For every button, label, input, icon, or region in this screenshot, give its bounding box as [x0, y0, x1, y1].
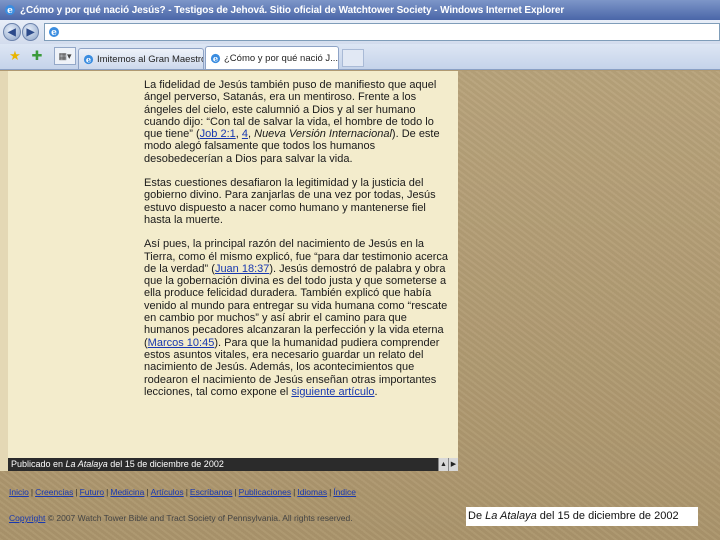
- footer-link-inicio[interactable]: Inicio: [9, 487, 29, 497]
- pub-prefix: Publicado en: [11, 459, 66, 469]
- publication-bar: Publicado en La Atalaya del 15 de diciem…: [8, 458, 458, 471]
- copyright-text: © 2007 Watch Tower Bible and Tract Socie…: [45, 513, 353, 523]
- copyright-link[interactable]: Copyright: [9, 513, 45, 523]
- paragraph-2: Estas cuestiones desafiaron la legitimid…: [144, 177, 436, 226]
- copyright-line: Copyright © 2007 Watch Tower Bible and T…: [9, 513, 353, 523]
- browser-content: La fidelidad de Jesús también puso de ma…: [0, 71, 720, 540]
- window-title-bar: e ¿Cómo y por qué nació Jesús? - Testigo…: [0, 0, 720, 20]
- link-job-2-1[interactable]: Job 2:1: [200, 128, 236, 140]
- svg-text:e: e: [7, 6, 13, 16]
- window-title: ¿Cómo y por qué nació Jesús? - Testigos …: [20, 4, 565, 16]
- svg-text:e: e: [86, 54, 91, 64]
- navigation-bar: ◀ ▶ e: [0, 20, 720, 44]
- tab-imitemos[interactable]: e Imitemos al Gran Maestro - T...: [78, 48, 204, 69]
- footer-separator: |: [75, 487, 78, 497]
- scroll-controls: ▲ ▶: [438, 458, 458, 471]
- address-bar[interactable]: e: [44, 23, 720, 41]
- forward-button[interactable]: ▶: [21, 23, 40, 41]
- footer-link-escríbanos[interactable]: Escríbanos: [190, 487, 233, 497]
- footer-separator: |: [146, 487, 149, 497]
- version-name: Nueva Versión Internacional: [254, 128, 392, 141]
- footer-separator: |: [234, 487, 237, 497]
- left-page-strip: [0, 71, 8, 471]
- svg-text:e: e: [213, 53, 218, 63]
- back-arrow-icon: ◀: [7, 26, 16, 38]
- link-juan-18-37[interactable]: Juan 18:37: [215, 263, 269, 275]
- scroll-up-icon[interactable]: ▲: [438, 458, 448, 471]
- paragraph-1: La fidelidad de Jesús también puso de ma…: [144, 79, 454, 165]
- footer-link-publicaciones[interactable]: Publicaciones: [239, 487, 291, 497]
- text-run: .: [374, 385, 378, 398]
- svg-text:e: e: [51, 28, 57, 38]
- scroll-right-icon[interactable]: ▶: [448, 458, 458, 471]
- footer-separator: |: [30, 487, 34, 497]
- caption-prefix: De: [468, 510, 486, 522]
- link-siguiente-articulo[interactable]: siguiente artículo: [291, 386, 374, 398]
- footer-separator: |: [293, 487, 296, 497]
- footer-separator: |: [185, 487, 188, 497]
- tab-como-nacio-jesus[interactable]: e ¿Cómo y por qué nació J... ✕: [205, 46, 339, 69]
- tab-label: Imitemos al Gran Maestro - T...: [97, 53, 204, 65]
- tab-label: ¿Cómo y por qué nació J...: [224, 52, 339, 64]
- forward-arrow-icon: ▶: [26, 26, 35, 38]
- page-favicon-icon: e: [49, 27, 60, 38]
- back-button[interactable]: ◀: [3, 23, 21, 41]
- quick-tabs-grid-icon: ▦▾: [58, 50, 72, 61]
- article-panel: La fidelidad de Jesús también puso de ma…: [8, 71, 458, 458]
- add-favorites-icon[interactable]: ✚: [29, 48, 45, 64]
- footer-link-medicina[interactable]: Medicina: [110, 487, 144, 497]
- footer-separator: |: [329, 487, 332, 497]
- footer-nav: Inicio | Creencias | Futuro | Medicina | Artícul…: [9, 487, 356, 497]
- footer-link-idiomas[interactable]: Idiomas: [297, 487, 327, 497]
- pub-magazine: La Atalaya: [65, 459, 108, 469]
- footer-link-índice[interactable]: Índice: [333, 487, 356, 497]
- slide-caption: De La Atalaya del 15 de diciembre de 200…: [466, 507, 698, 526]
- caption-suffix: del 15 de diciembre de 2002: [536, 510, 679, 522]
- tab-bar: ★ ✚ ▦▾ e Imitemos al Gran Maestro - T...…: [0, 44, 720, 70]
- footer-separator: |: [106, 487, 109, 497]
- footer-link-futuro[interactable]: Futuro: [80, 487, 105, 497]
- internet-explorer-icon: e: [5, 5, 15, 16]
- tab-ie-icon: e: [83, 54, 94, 64]
- new-tab-button[interactable]: [342, 49, 364, 67]
- tab-ie-icon: e: [210, 53, 221, 63]
- favorites-star-icon[interactable]: ★: [7, 48, 23, 64]
- paragraph-3: Así pues, la principal razón del nacimie…: [144, 238, 454, 398]
- footer-link-creencias[interactable]: Creencias: [35, 487, 73, 497]
- footer-link-artículos[interactable]: Artículos: [151, 487, 184, 497]
- quick-tabs-button[interactable]: ▦▾: [54, 47, 76, 65]
- caption-magazine: La Atalaya: [485, 510, 537, 522]
- link-marcos-10-45[interactable]: Marcos 10:45: [148, 337, 215, 349]
- article-text: La fidelidad de Jesús también puso de ma…: [144, 79, 454, 410]
- pub-suffix: del 15 de diciembre de 2002: [107, 459, 224, 469]
